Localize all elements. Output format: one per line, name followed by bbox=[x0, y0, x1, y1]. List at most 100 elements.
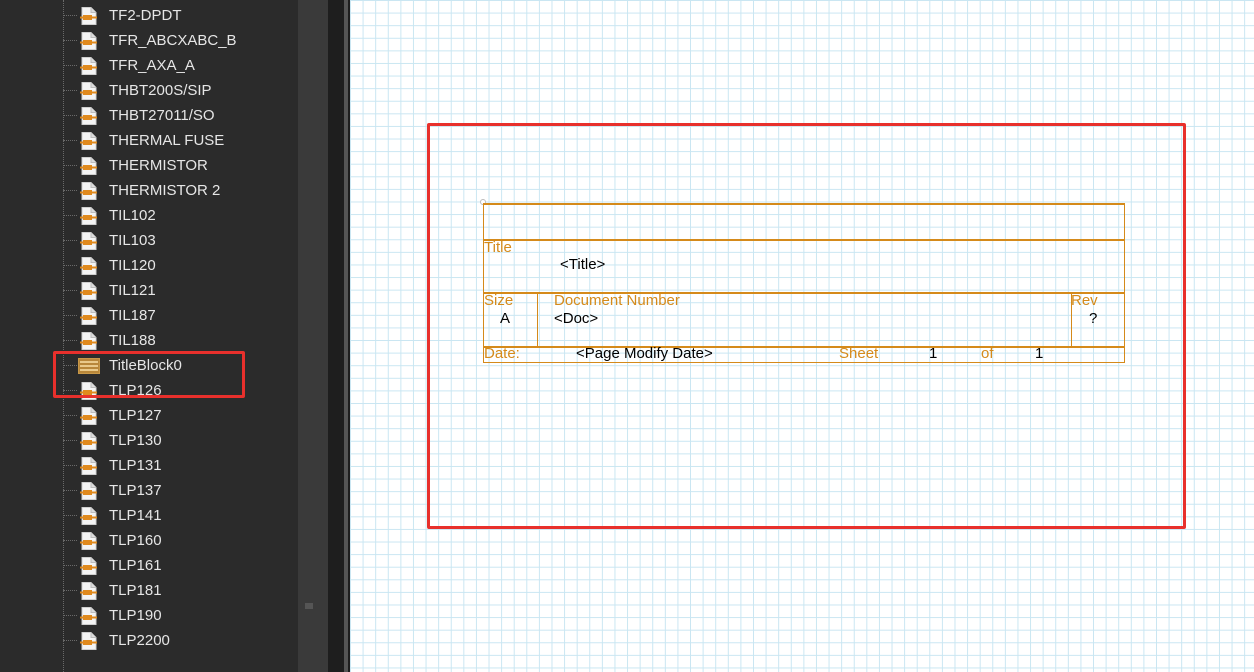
tree-item-label: TLP181 bbox=[109, 582, 162, 599]
tree-connector bbox=[63, 515, 77, 516]
tree-item-label: TLP130 bbox=[109, 432, 162, 449]
title-label: Title bbox=[484, 239, 512, 256]
tree-item[interactable]: TLP141 bbox=[0, 503, 298, 528]
part-icon bbox=[80, 82, 98, 100]
part-icon bbox=[80, 532, 98, 550]
tree-connector bbox=[63, 240, 77, 241]
tree-item-label: TIL121 bbox=[109, 282, 156, 299]
tree-item[interactable]: THBT200S/SIP bbox=[0, 78, 298, 103]
part-icon bbox=[80, 107, 98, 125]
part-icon bbox=[80, 607, 98, 625]
panel-splitter[interactable] bbox=[328, 0, 350, 672]
tree-connector bbox=[63, 490, 77, 491]
tree-item[interactable]: TFR_ABCXABC_B bbox=[0, 28, 298, 53]
part-icon bbox=[80, 632, 98, 650]
of-label: of bbox=[981, 345, 994, 362]
rev-value: ? bbox=[1089, 310, 1098, 327]
tree-connector bbox=[63, 340, 77, 341]
tree-item[interactable]: TIL102 bbox=[0, 203, 298, 228]
tree-connector bbox=[63, 440, 77, 441]
tree-item[interactable]: TLP181 bbox=[0, 578, 298, 603]
tree-item[interactable]: THBT27011/SO bbox=[0, 103, 298, 128]
part-icon bbox=[80, 307, 98, 325]
tree-connector bbox=[63, 565, 77, 566]
size-label: Size bbox=[484, 292, 514, 309]
tree-item[interactable]: TIL121 bbox=[0, 278, 298, 303]
part-icon bbox=[80, 282, 98, 300]
tree-item[interactable]: THERMISTOR bbox=[0, 153, 298, 178]
tree-item[interactable]: TLP2200 bbox=[0, 628, 298, 653]
tree-item-label: THERMAL FUSE bbox=[109, 132, 225, 149]
tree-item[interactable]: TIL187 bbox=[0, 303, 298, 328]
part-icon bbox=[80, 257, 98, 275]
part-icon bbox=[80, 157, 98, 175]
date-value: <Page Modify Date> bbox=[576, 345, 713, 362]
tree-connector bbox=[63, 215, 77, 216]
tree-connector bbox=[63, 290, 77, 291]
part-icon bbox=[80, 332, 98, 350]
tree-item[interactable]: TLP137 bbox=[0, 478, 298, 503]
tree-item-label: THERMISTOR 2 bbox=[109, 182, 221, 199]
title-block[interactable]: Title <Title> Size A Document Number <Do… bbox=[480, 199, 1125, 363]
tree-item-label: THBT200S/SIP bbox=[109, 82, 212, 99]
tree-item-label: TIL188 bbox=[109, 332, 156, 349]
tree-item[interactable]: TLP160 bbox=[0, 528, 298, 553]
tree-connector bbox=[63, 15, 77, 16]
tree-item-label: TLP190 bbox=[109, 607, 162, 624]
tree-connector bbox=[63, 465, 77, 466]
library-tree-panel: TF2-DL-DPDTTF2-DPDTTFR_ABCXABC_BTFR_AXA_… bbox=[0, 0, 298, 672]
tree-item-label: TLP137 bbox=[109, 482, 162, 499]
scrollbar-grip-icon[interactable] bbox=[305, 603, 313, 609]
tree-item[interactable]: TIL103 bbox=[0, 228, 298, 253]
schematic-canvas[interactable]: Title <Title> Size A Document Number <Do… bbox=[350, 0, 1254, 672]
tree-connector bbox=[63, 65, 77, 66]
tree-item[interactable]: TLP127 bbox=[0, 403, 298, 428]
tree-item[interactable]: TLP190 bbox=[0, 603, 298, 628]
tree-item-label: TIL103 bbox=[109, 232, 156, 249]
tree-connector bbox=[63, 165, 77, 166]
rev-label: Rev bbox=[1071, 292, 1098, 309]
tree-connector bbox=[63, 90, 77, 91]
tree-item-label: TFR_ABCXABC_B bbox=[109, 32, 237, 49]
tree-item[interactable]: TLP130 bbox=[0, 428, 298, 453]
tree-item[interactable]: THERMISTOR 2 bbox=[0, 178, 298, 203]
tree-item[interactable]: TIL188 bbox=[0, 328, 298, 353]
tree-item-label: TLP141 bbox=[109, 507, 162, 524]
tree-item-highlight bbox=[53, 351, 245, 398]
tree-item-label: TLP131 bbox=[109, 457, 162, 474]
tree-item-label: TIL187 bbox=[109, 307, 156, 324]
tree-connector bbox=[63, 640, 77, 641]
tree-item-label: TIL102 bbox=[109, 207, 156, 224]
part-icon bbox=[80, 132, 98, 150]
part-icon bbox=[80, 57, 98, 75]
part-icon bbox=[80, 207, 98, 225]
tree-item[interactable]: TFR_AXA_A bbox=[0, 53, 298, 78]
tree-connector bbox=[63, 540, 77, 541]
tree-item[interactable]: TIL120 bbox=[0, 253, 298, 278]
tree-item-label: TLP161 bbox=[109, 557, 162, 574]
part-icon bbox=[80, 482, 98, 500]
tree-item[interactable]: THERMAL FUSE bbox=[0, 128, 298, 153]
tree-connector bbox=[63, 415, 77, 416]
tree-connector bbox=[63, 265, 77, 266]
tree-item[interactable]: TF2-DPDT bbox=[0, 3, 298, 28]
tree-connector bbox=[63, 140, 77, 141]
part-icon bbox=[80, 432, 98, 450]
tree-scrollbar[interactable] bbox=[298, 0, 328, 672]
tree-item[interactable]: TLP131 bbox=[0, 453, 298, 478]
part-icon bbox=[80, 32, 98, 50]
part-icon bbox=[80, 182, 98, 200]
document-number-label: Document Number bbox=[554, 292, 680, 309]
document-number-value: <Doc> bbox=[554, 310, 599, 327]
tree-connector bbox=[63, 590, 77, 591]
tree-item-label: TIL120 bbox=[109, 257, 156, 274]
tree-item-label: TLP2200 bbox=[109, 632, 170, 649]
tree-connector bbox=[63, 315, 77, 316]
date-label: Date: bbox=[484, 345, 520, 362]
part-icon bbox=[80, 457, 98, 475]
sheet-label: Sheet bbox=[839, 345, 879, 362]
tree-item-label: TLP127 bbox=[109, 407, 162, 424]
part-icon bbox=[80, 507, 98, 525]
tree-item[interactable]: TLP161 bbox=[0, 553, 298, 578]
tree-connector bbox=[63, 40, 77, 41]
